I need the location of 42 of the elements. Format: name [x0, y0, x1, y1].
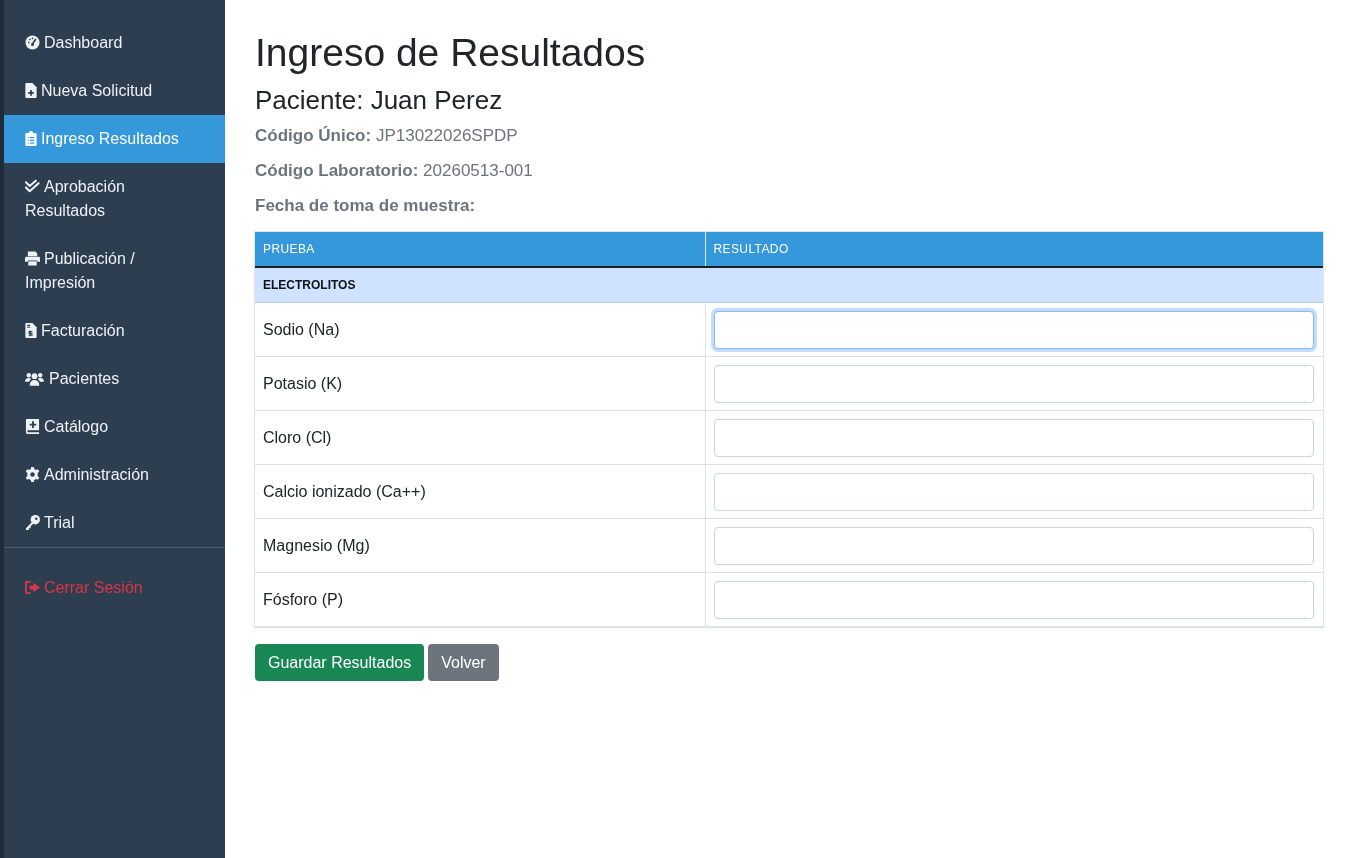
- printer-icon: [25, 251, 40, 266]
- table-cell: Magnesio (Mg): [255, 518, 705, 573]
- result-input[interactable]: [713, 364, 1314, 403]
- table-cell: Fósforo (P): [255, 572, 705, 627]
- double-check-icon: [25, 179, 40, 194]
- sidebar-item[interactable]: Dashboard: [4, 19, 225, 67]
- result-input[interactable]: [713, 526, 1314, 565]
- detail-text: Código Único: JP13022026SPDP: [255, 125, 519, 147]
- save-button[interactable]: Guardar Resultados: [255, 644, 425, 681]
- sidebar-item[interactable]: Publicación / Impresión: [4, 235, 225, 307]
- result-input[interactable]: [713, 472, 1314, 511]
- gauge-icon: [25, 35, 40, 50]
- detail-text: Fecha de toma de muestra:: [255, 195, 477, 217]
- sidebar-item[interactable]: Pacientes: [4, 355, 225, 403]
- table-cell: Calcio ionizado (Ca++): [255, 464, 705, 519]
- file-plus-icon: [25, 83, 37, 98]
- patient-name: Paciente: Juan Perez: [255, 84, 504, 116]
- logout-icon: [25, 580, 40, 595]
- invoice-icon: [25, 323, 37, 338]
- settings-icon: [25, 467, 40, 482]
- sidebar-item[interactable]: Catálogo: [4, 403, 225, 451]
- result-input[interactable]: [713, 580, 1314, 619]
- sidebar-item[interactable]: Facturación: [4, 307, 225, 355]
- result-input[interactable]: [713, 418, 1314, 457]
- book-plus-icon: [25, 419, 40, 434]
- column-header: RESULTADO: [705, 232, 1323, 267]
- column-header: PRUEBA: [255, 232, 705, 267]
- clipboard-list-icon: [25, 131, 37, 146]
- detail-text: Código Laboratorio: 20260513-001: [255, 160, 534, 182]
- users-icon: [25, 372, 44, 386]
- sidebar-item[interactable]: Aprobación Resultados: [4, 163, 225, 235]
- page-title: Ingreso de Resultados: [255, 30, 647, 76]
- sidebar-item[interactable]: Trial: [4, 499, 225, 547]
- table-cell: Sodio (Na): [255, 302, 705, 357]
- sidebar-item[interactable]: Nueva Solicitud: [4, 67, 225, 115]
- table-cell: Potasio (K): [255, 356, 705, 411]
- table-cell: Cloro (Cl): [255, 410, 705, 465]
- key-icon: [25, 515, 40, 530]
- result-input[interactable]: [713, 310, 1314, 349]
- sidebar-item[interactable]: Administración: [4, 451, 225, 499]
- back-button[interactable]: Volver: [428, 644, 499, 681]
- group-header: ELECTROLITOS: [255, 267, 1323, 303]
